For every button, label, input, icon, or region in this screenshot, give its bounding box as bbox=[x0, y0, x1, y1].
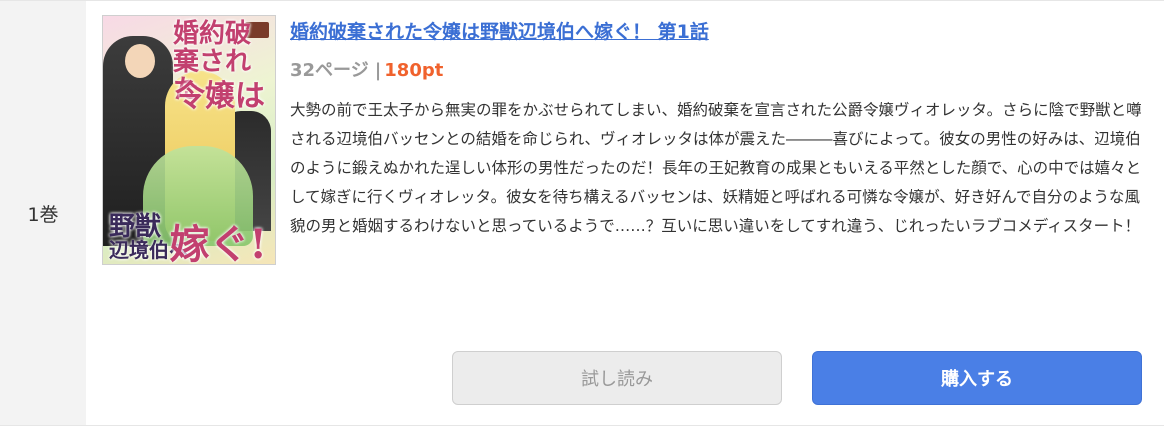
buy-button[interactable]: 購入する bbox=[812, 351, 1142, 405]
meta-separator: | bbox=[374, 60, 382, 81]
episode-description: 大勢の前で王太子から無実の罪をかぶせられてしまい、婚約破棄を宣言された公爵令嬢ヴ… bbox=[290, 101, 1142, 235]
trial-read-button[interactable]: 試し読み bbox=[452, 351, 782, 405]
episode-meta: 32ページ | 180pt bbox=[290, 56, 443, 82]
cover-title-mid: 令嬢は bbox=[175, 79, 265, 114]
price: 180pt bbox=[384, 60, 444, 81]
cover-title-bottom-3: 嫁ぐ! bbox=[169, 221, 267, 264]
volume-label: 1巻 bbox=[0, 1, 86, 425]
volume-row: 1巻 婚約破棄された 令嬢は 野獣 辺境伯へ 嫁ぐ! 婚約破棄された令嬢は野獣辺… bbox=[0, 0, 1164, 426]
cover-image[interactable]: 婚約破棄された 令嬢は 野獣 辺境伯へ 嫁ぐ! bbox=[103, 16, 275, 264]
episode-title-link[interactable]: 婚約破棄された令嬢は野獣辺境伯へ嫁ぐ！ 第1話 bbox=[290, 17, 709, 44]
page-count: 32ページ bbox=[290, 60, 369, 81]
